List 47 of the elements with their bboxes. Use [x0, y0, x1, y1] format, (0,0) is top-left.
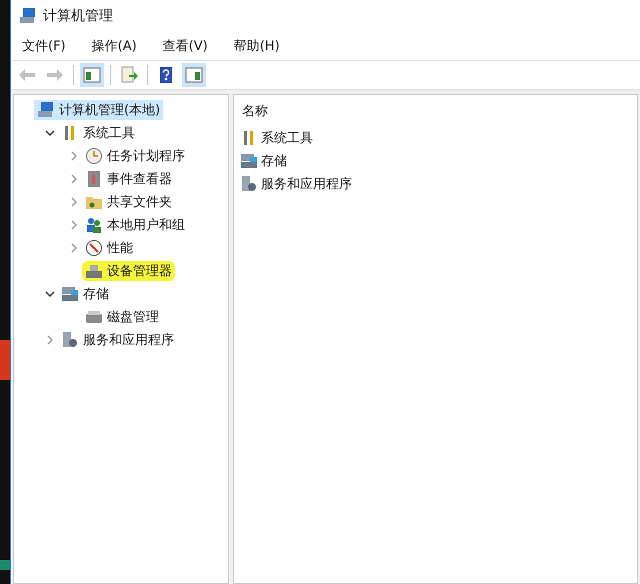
menu-item[interactable]: 操作(A) — [84, 37, 144, 55]
list-item[interactable]: 系统工具 — [240, 126, 631, 149]
tree-item[interactable]: 任务计划程序 — [82, 146, 188, 166]
help-icon — [157, 66, 175, 84]
tree-item[interactable]: 共享文件夹 — [82, 192, 175, 212]
tree-item[interactable]: 计算机管理(本地) — [34, 100, 164, 120]
services-icon — [61, 330, 79, 348]
chevron-down-icon[interactable] — [45, 288, 55, 298]
users-icon — [85, 216, 103, 234]
taskbar-tile — [0, 340, 10, 380]
chevron-right-icon[interactable] — [69, 196, 79, 206]
chevron-down-icon[interactable] — [45, 128, 55, 138]
tree-item[interactable]: 磁盘管理 — [82, 306, 162, 326]
menu-item[interactable]: 帮助(H) — [226, 37, 287, 55]
list-item[interactable]: 服务和应用程序 — [240, 172, 631, 195]
tree-item[interactable]: 性能 — [82, 238, 136, 258]
tree-item[interactable]: 设备管理器 — [82, 260, 175, 280]
pane-icon — [185, 66, 203, 84]
computer-icon — [37, 100, 55, 118]
column-header[interactable]: 名称 — [242, 102, 631, 120]
chevron-right-icon[interactable] — [69, 220, 79, 230]
chevron-right-icon[interactable] — [69, 242, 79, 252]
toolbar-button[interactable] — [182, 63, 206, 87]
computer-icon — [19, 7, 37, 25]
taskbar-tile — [0, 560, 10, 570]
clock-icon — [85, 146, 103, 164]
tree-item[interactable]: 事件查看器 — [82, 168, 175, 188]
chevron-right-icon[interactable] — [45, 334, 55, 344]
window-title: 计算机管理 — [43, 7, 113, 25]
tree-item[interactable]: 服务和应用程序 — [58, 330, 177, 350]
storage-icon — [61, 284, 79, 302]
tree-item[interactable]: 存储 — [58, 284, 112, 304]
chevron-right-icon[interactable] — [69, 174, 79, 184]
menu-item[interactable]: 查看(V) — [156, 37, 215, 55]
toolbar-button[interactable] — [80, 63, 104, 87]
log-icon — [85, 170, 103, 188]
tree-item[interactable]: 系统工具 — [58, 122, 138, 142]
list-item[interactable]: 存储 — [240, 149, 631, 172]
gauge-icon — [85, 238, 103, 256]
menu-item[interactable]: 文件(F) — [15, 37, 73, 55]
storage-icon — [240, 152, 258, 170]
chevron-right-icon[interactable] — [69, 150, 79, 160]
tree-item[interactable]: 本地用户和组 — [82, 214, 188, 234]
pane-icon — [83, 66, 101, 84]
export-list-icon — [120, 66, 138, 84]
services-icon — [240, 174, 258, 192]
forward-arrow-icon — [46, 66, 64, 84]
